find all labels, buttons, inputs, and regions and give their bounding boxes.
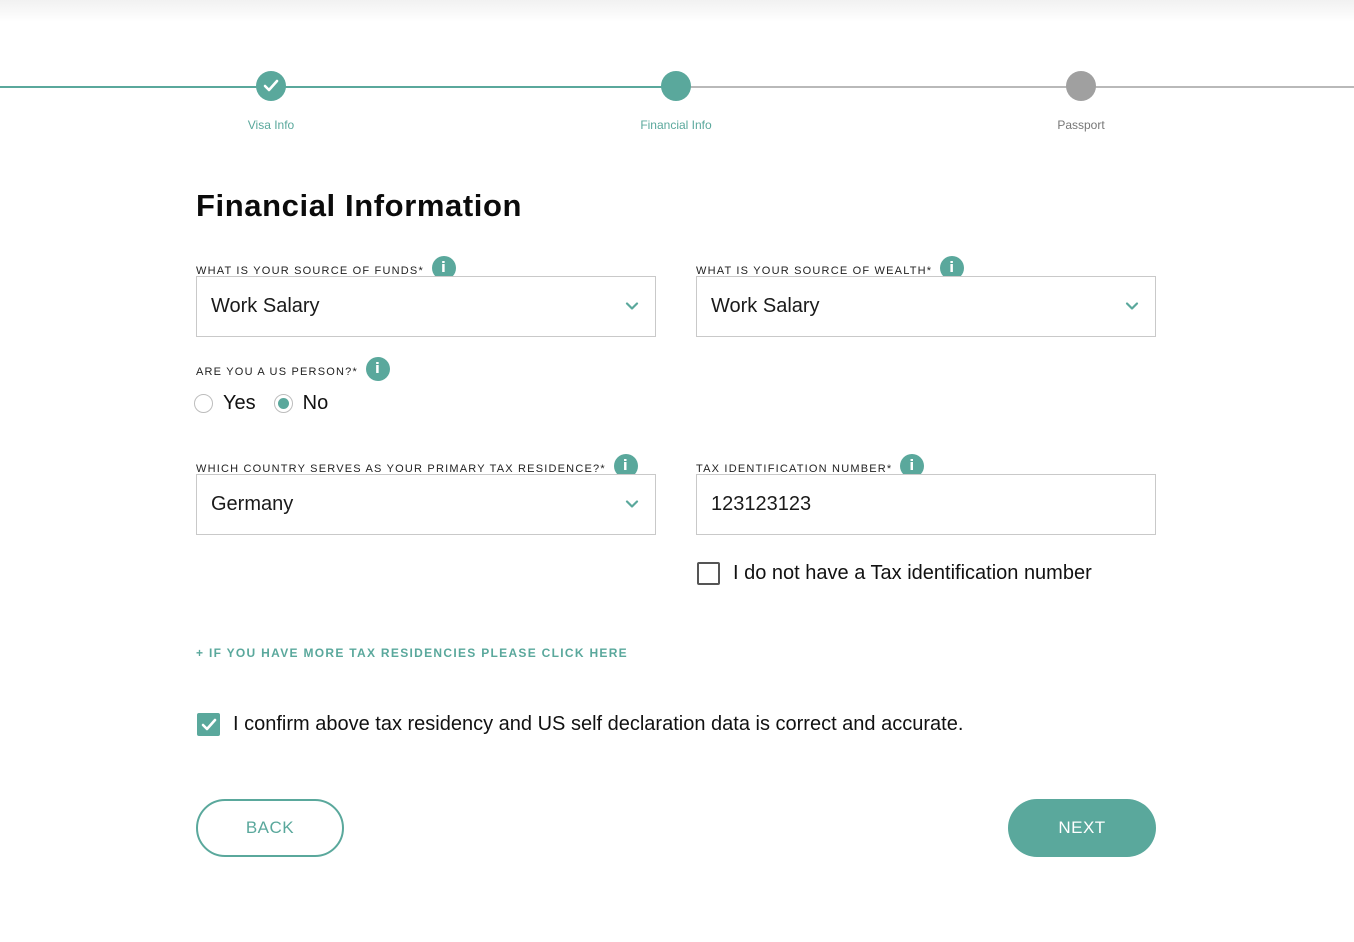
- chevron-down-icon: [1125, 302, 1139, 310]
- check-icon: [263, 79, 279, 92]
- stepper-line-pending: [676, 86, 1354, 88]
- next-button[interactable]: NEXT: [1008, 799, 1156, 857]
- radio-no-label: No: [302, 392, 329, 414]
- more-tax-residencies-link[interactable]: + IF YOU HAVE MORE TAX RESIDENCIES PLEAS…: [196, 646, 628, 660]
- step-visa-info-indicator[interactable]: [256, 71, 286, 101]
- no-tin-checkbox[interactable]: [697, 562, 720, 585]
- tin-input-value: 123123123: [711, 493, 812, 515]
- radio-selected-dot: [277, 398, 289, 409]
- us-person-label-text: ARE YOU A US PERSON?*: [196, 366, 358, 378]
- us-person-option-yes[interactable]: Yes: [194, 392, 256, 415]
- step-passport-label: Passport: [1057, 118, 1105, 132]
- source-of-wealth-select[interactable]: Work Salary: [696, 276, 1156, 337]
- step-passport-indicator: [1066, 71, 1096, 101]
- stepper-line-completed: [0, 86, 676, 88]
- source-of-funds-select[interactable]: Work Salary: [196, 276, 656, 337]
- step-financial-info-indicator: [661, 71, 691, 101]
- confirm-label: I confirm above tax residency and US sel…: [233, 713, 964, 735]
- tax-residence-select[interactable]: Germany: [196, 474, 656, 535]
- no-tin-checkbox-row[interactable]: I do not have a Tax identification numbe…: [697, 562, 1092, 585]
- radio-yes-label: Yes: [223, 392, 256, 414]
- check-icon: [201, 718, 216, 730]
- step-visa-info-label[interactable]: Visa Info: [171, 118, 371, 132]
- confirm-checkbox-row[interactable]: I confirm above tax residency and US sel…: [197, 713, 963, 736]
- radio-no[interactable]: [273, 394, 293, 413]
- chevron-down-icon: [625, 302, 639, 310]
- us-person-radio-group: Yes No: [194, 392, 346, 415]
- source-of-funds-value: Work Salary: [211, 295, 320, 317]
- page-title: Financial Information: [196, 188, 523, 223]
- radio-yes[interactable]: [194, 394, 213, 413]
- us-person-label: ARE YOU A US PERSON?* i: [196, 357, 390, 384]
- source-of-wealth-value: Work Salary: [711, 295, 820, 317]
- top-bar-shadow: [0, 0, 1354, 22]
- info-icon[interactable]: i: [365, 357, 390, 381]
- confirm-checkbox[interactable]: [197, 713, 220, 736]
- us-person-option-no[interactable]: No: [273, 392, 329, 415]
- back-button[interactable]: BACK: [196, 799, 344, 857]
- no-tin-label: I do not have a Tax identification numbe…: [733, 562, 1092, 584]
- tin-input[interactable]: 123123123: [696, 474, 1156, 535]
- step-financial-info-label: Financial Info: [640, 118, 712, 132]
- chevron-down-icon: [625, 500, 639, 508]
- tax-residence-value: Germany: [211, 493, 294, 515]
